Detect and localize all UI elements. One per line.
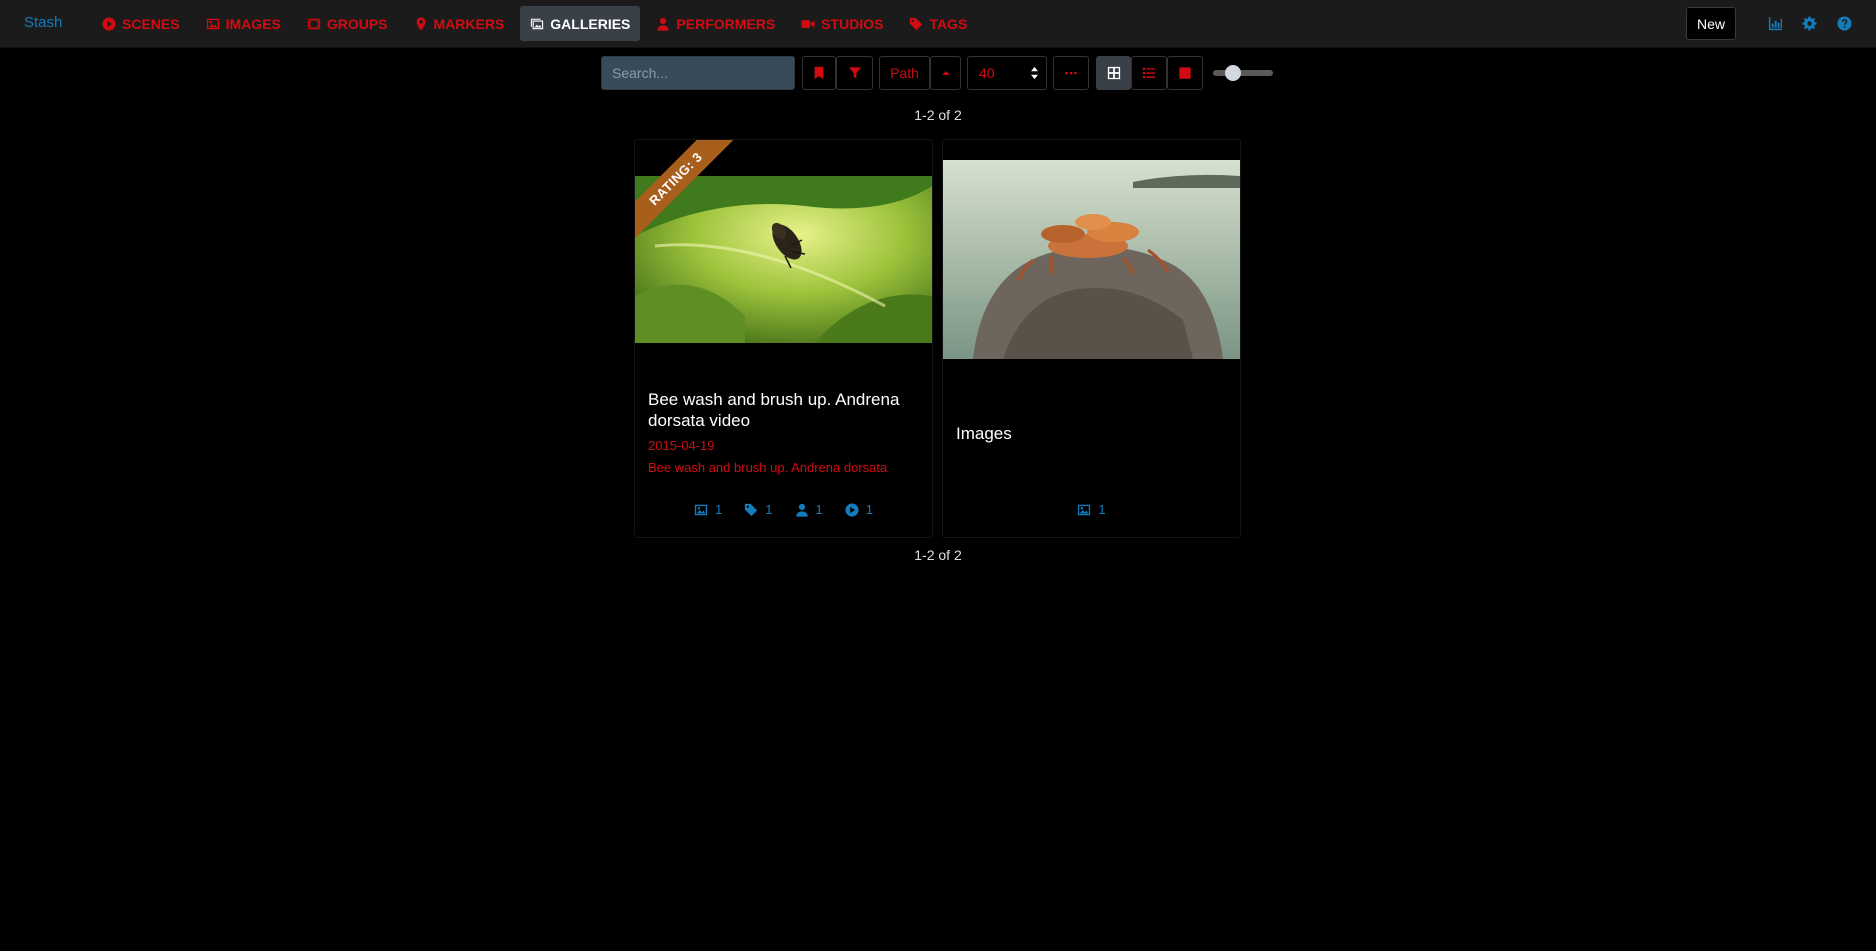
pagination-info-bottom: 1-2 of 2 xyxy=(914,547,962,563)
image-count: 1 xyxy=(1098,502,1106,517)
user-icon xyxy=(795,503,808,517)
nav-performers-label: PERFORMERS xyxy=(676,15,776,32)
nav-scenes-label: SCENES xyxy=(122,15,180,32)
more-options-button[interactable] xyxy=(1053,56,1089,90)
gallery-stats: 1 1 1 1 xyxy=(635,502,932,517)
zoom-slider-thumb[interactable] xyxy=(1225,65,1241,81)
image-icon xyxy=(1078,504,1091,515)
per-page-select[interactable]: 40 xyxy=(967,56,1047,90)
grid-view-button[interactable] xyxy=(1096,56,1131,90)
brand-link[interactable]: Stash xyxy=(24,14,62,31)
tag-count: 1 xyxy=(765,502,773,517)
bee-on-leaf-image xyxy=(635,176,932,343)
performer-count: 1 xyxy=(815,502,823,517)
film-icon xyxy=(307,18,320,29)
images-icon xyxy=(531,18,544,29)
nav-groups-label: GROUPS xyxy=(326,15,388,32)
gallery-date: 2015-04-19 xyxy=(648,438,715,453)
select-arrows-icon xyxy=(1031,66,1038,80)
nav-galleries-label: GALLERIES xyxy=(550,15,631,32)
nav-tags-label: TAGS xyxy=(929,15,968,32)
nav-tags[interactable]: TAGS xyxy=(899,6,977,41)
user-icon xyxy=(657,17,670,31)
image-count-button[interactable]: 1 xyxy=(694,502,722,517)
chart-icon[interactable] xyxy=(1768,16,1783,31)
map-marker-icon xyxy=(416,16,425,31)
performer-count-button[interactable]: 1 xyxy=(795,502,823,517)
bookmark-icon xyxy=(814,66,824,80)
filter-icon xyxy=(848,67,861,79)
main-nav: SCENES IMAGES GROUPS MARKERS GALLERIES P… xyxy=(92,6,983,41)
gallery-card[interactable]: Images 1 xyxy=(942,139,1241,538)
play-circle-icon xyxy=(845,502,859,517)
wall-view-button[interactable] xyxy=(1167,56,1203,90)
nav-markers-label: MARKERS xyxy=(433,15,505,32)
image-icon xyxy=(206,18,219,29)
gallery-card[interactable]: RATING: 3 Bee wash and brush up. Andrena… xyxy=(634,139,933,538)
square-icon xyxy=(1179,67,1191,79)
ellipsis-icon xyxy=(1065,71,1077,75)
tag-icon xyxy=(745,503,758,516)
nav-markers[interactable]: MARKERS xyxy=(404,6,515,41)
sort-by-button[interactable]: Path xyxy=(879,56,930,90)
gallery-thumbnail[interactable] xyxy=(943,160,1240,359)
tag-count-button[interactable]: 1 xyxy=(744,502,773,517)
image-icon xyxy=(694,504,708,515)
saved-filter-button[interactable] xyxy=(802,56,836,90)
gallery-title[interactable]: Images xyxy=(956,423,1228,444)
list-view-button[interactable] xyxy=(1131,56,1167,90)
pagination-info-top: 1-2 of 2 xyxy=(914,107,962,123)
zoom-slider[interactable] xyxy=(1213,65,1273,81)
gear-icon[interactable] xyxy=(1802,16,1817,31)
nav-studios-label: STUDIOS xyxy=(821,15,884,32)
scene-count-button[interactable]: 1 xyxy=(845,502,873,517)
nav-galleries[interactable]: GALLERIES xyxy=(520,6,641,41)
gallery-thumbnail[interactable] xyxy=(635,176,932,343)
grid-icon xyxy=(1107,66,1120,80)
nav-images[interactable]: IMAGES xyxy=(196,6,291,41)
nav-scenes[interactable]: SCENES xyxy=(92,6,190,41)
play-circle-icon xyxy=(102,16,116,31)
scene-count: 1 xyxy=(865,502,873,517)
video-icon xyxy=(801,19,815,28)
gallery-stats: 1 xyxy=(943,502,1240,517)
new-button[interactable]: New xyxy=(1686,7,1736,40)
gallery-description: Bee wash and brush up. Andrena dorsata xyxy=(648,460,888,475)
search-input[interactable] xyxy=(601,56,795,90)
sort-by-label: Path xyxy=(890,65,919,81)
nav-studios[interactable]: STUDIOS xyxy=(791,6,893,41)
navbar: Stash SCENES IMAGES GROUPS MARKERS GALLE… xyxy=(0,0,1876,48)
nav-performers[interactable]: PERFORMERS xyxy=(646,6,785,41)
nav-images-label: IMAGES xyxy=(225,15,281,32)
sort-direction-button[interactable] xyxy=(930,56,961,90)
image-count: 1 xyxy=(715,502,723,517)
image-count-button[interactable]: 1 xyxy=(1077,502,1106,517)
crabs-on-rock-image xyxy=(943,160,1240,359)
help-icon[interactable] xyxy=(1837,16,1852,31)
list-icon xyxy=(1142,67,1156,79)
gallery-title[interactable]: Bee wash and brush up. Andrena dorsata v… xyxy=(648,389,920,431)
nav-groups[interactable]: GROUPS xyxy=(297,6,398,41)
caret-up-icon xyxy=(941,71,950,75)
filter-button[interactable] xyxy=(836,56,873,90)
per-page-value: 40 xyxy=(979,65,995,81)
tag-icon xyxy=(910,17,923,30)
